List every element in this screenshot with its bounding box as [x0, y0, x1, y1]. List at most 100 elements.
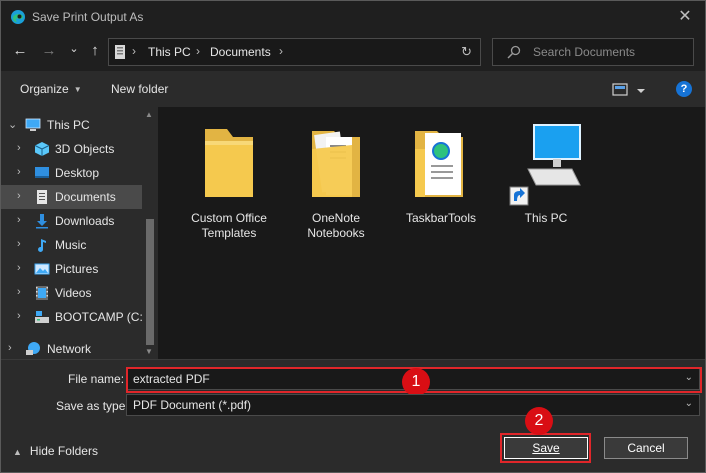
chevron-right-icon[interactable]: › — [17, 262, 21, 274]
back-button[interactable]: ← — [10, 41, 30, 61]
folder-documents-icon — [312, 131, 360, 197]
forward-button[interactable]: → — [39, 41, 59, 61]
refresh-icon[interactable]: ↻ — [461, 44, 472, 60]
file-name: OneNote Notebooks — [286, 211, 386, 241]
cancel-button[interactable]: Cancel — [604, 437, 688, 459]
sidebar-item-this-pc[interactable]: ⌄ This PC — [1, 113, 142, 137]
search-icon — [507, 45, 521, 59]
save-as-type-select[interactable]: PDF Document (*.pdf) ⌄ — [126, 394, 700, 416]
breadcrumb-separator: › — [196, 44, 200, 58]
chevron-right-icon[interactable]: › — [17, 190, 21, 202]
close-button[interactable]: ✕ — [665, 1, 705, 33]
help-button[interactable]: ? — [676, 81, 692, 97]
file-name: Custom Office Templates — [179, 211, 279, 241]
breadcrumb-this-pc[interactable]: This PC — [148, 45, 191, 59]
chevron-right-icon[interactable]: › — [17, 238, 21, 250]
save-as-type-label: Save as type: — [56, 399, 129, 413]
cancel-button-label: Cancel — [627, 441, 665, 455]
sidebar-item-label: Network — [47, 342, 92, 356]
desktop-icon — [35, 167, 49, 178]
file-name-line: Custom Office — [191, 211, 267, 225]
picture-icon — [34, 263, 50, 275]
scroll-down-arrow-icon[interactable]: ▼ — [145, 347, 153, 356]
sidebar-item-network[interactable]: › Network — [1, 337, 142, 359]
drive-icon — [35, 311, 49, 323]
sidebar-item-label: Videos — [55, 286, 92, 300]
chevron-up-icon: ▲ — [13, 447, 22, 457]
chevron-right-icon[interactable]: › — [17, 286, 21, 298]
annotation-step-1: 1 — [402, 368, 430, 396]
window-title: Save Print Output As — [32, 10, 144, 24]
save-form: File name: extracted PDF ⌄ 1 Save as typ… — [1, 359, 705, 472]
location-icon — [115, 45, 125, 59]
sidebar-item-label: Pictures — [55, 262, 99, 276]
scroll-up-arrow-icon[interactable]: ▲ — [145, 110, 153, 119]
caret-down-icon: ▼ — [73, 85, 82, 94]
sidebar-item-label: Documents — [55, 190, 116, 204]
up-button[interactable]: ↑ — [85, 41, 105, 61]
this-pc-shortcut-icon — [509, 124, 581, 206]
chevron-down-icon[interactable]: ⌄ — [685, 398, 693, 409]
edge-icon — [11, 10, 25, 24]
cube-icon — [34, 142, 50, 156]
file-item[interactable]: TaskbarTools — [391, 119, 491, 259]
search-input[interactable] — [533, 42, 688, 62]
change-view-button[interactable] — [612, 81, 648, 99]
sidebar-item-label: BOOTCAMP (C:) — [55, 310, 147, 324]
search-box[interactable] — [492, 38, 694, 66]
sidebar-item-downloads[interactable]: › Downloads — [1, 209, 142, 233]
file-name: This PC — [524, 211, 568, 225]
chevron-right-icon[interactable]: › — [8, 342, 12, 354]
sidebar-item-bootcamp[interactable]: › BOOTCAMP (C:) — [1, 305, 147, 329]
sidebar-item-label: Music — [55, 238, 87, 252]
breadcrumb-documents[interactable]: Documents — [210, 45, 271, 59]
command-bar: Organize ▼ New folder ? — [1, 71, 705, 107]
file-item[interactable]: Custom Office Templates — [179, 119, 279, 259]
breadcrumb-separator[interactable]: › — [279, 44, 283, 58]
address-bar[interactable]: › This PC › Documents › ↻ — [108, 38, 481, 66]
sidebar-item-label: 3D Objects — [55, 142, 115, 156]
scrollbar-thumb[interactable] — [146, 219, 154, 345]
recent-locations-button[interactable]: ⌄ — [64, 39, 84, 59]
sidebar-item-music[interactable]: › Music — [1, 233, 142, 257]
file-list: Custom Office Templates OneNote Notebooks … — [158, 107, 705, 359]
sidebar-item-documents[interactable]: › Documents — [1, 185, 142, 209]
network-icon — [26, 342, 40, 355]
save-dialog: Save Print Output As ✕ ← → ⌄ ↑ › This PC… — [0, 0, 706, 473]
folder-web-icon — [415, 131, 463, 197]
organize-label: Organize — [20, 82, 69, 96]
annotation-step-2: 2 — [525, 407, 553, 435]
view-icon — [612, 83, 645, 96]
file-item[interactable]: OneNote Notebooks — [286, 119, 386, 259]
sidebar-item-videos[interactable]: › Videos — [1, 281, 142, 305]
chevron-right-icon[interactable]: › — [17, 166, 21, 178]
sidebar-item-label: Downloads — [55, 214, 115, 228]
breadcrumb-separator: › — [132, 44, 136, 58]
new-folder-button[interactable]: New folder — [111, 82, 168, 96]
file-name-line: Templates — [201, 226, 257, 240]
sidebar-scrollbar[interactable]: ▲ ▼ — [142, 107, 158, 359]
sidebar-item-desktop[interactable]: › Desktop — [1, 161, 142, 185]
address-row: ← → ⌄ ↑ › This PC › Documents › ↻ — [1, 33, 705, 71]
computer-icon — [25, 118, 41, 131]
file-name: TaskbarTools — [405, 211, 477, 225]
file-name-line: Notebooks — [307, 226, 365, 240]
chevron-down-icon[interactable]: ⌄ — [8, 118, 17, 131]
video-icon — [36, 286, 48, 300]
file-item[interactable]: This PC — [496, 119, 596, 259]
sidebar-item-label: Desktop — [55, 166, 100, 180]
close-icon: ✕ — [678, 8, 692, 25]
file-name-label: File name: — [68, 372, 125, 386]
hide-folders-toggle[interactable]: ▲ Hide Folders — [13, 444, 98, 458]
hide-folders-label: Hide Folders — [29, 444, 98, 458]
document-icon — [37, 190, 47, 204]
chevron-right-icon[interactable]: › — [17, 310, 21, 322]
chevron-right-icon[interactable]: › — [17, 142, 21, 154]
sidebar-item-pictures[interactable]: › Pictures — [1, 257, 142, 281]
sidebar-item-3d-objects[interactable]: › 3D Objects — [1, 137, 142, 161]
chevron-right-icon[interactable]: › — [17, 214, 21, 226]
file-name-line: OneNote — [311, 211, 361, 225]
title-bar: Save Print Output As ✕ — [1, 1, 705, 33]
organize-button[interactable]: Organize ▼ — [20, 82, 82, 96]
music-icon — [38, 239, 46, 252]
